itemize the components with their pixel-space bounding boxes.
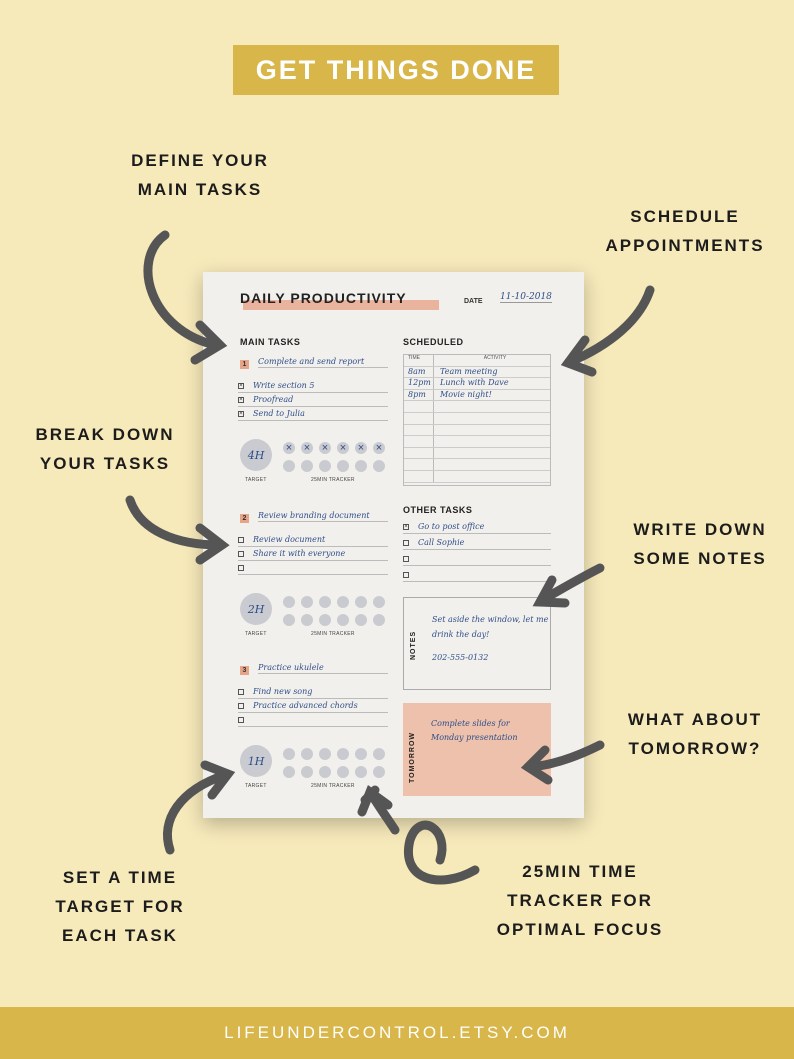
arrow-icon bbox=[125, 230, 655, 885]
